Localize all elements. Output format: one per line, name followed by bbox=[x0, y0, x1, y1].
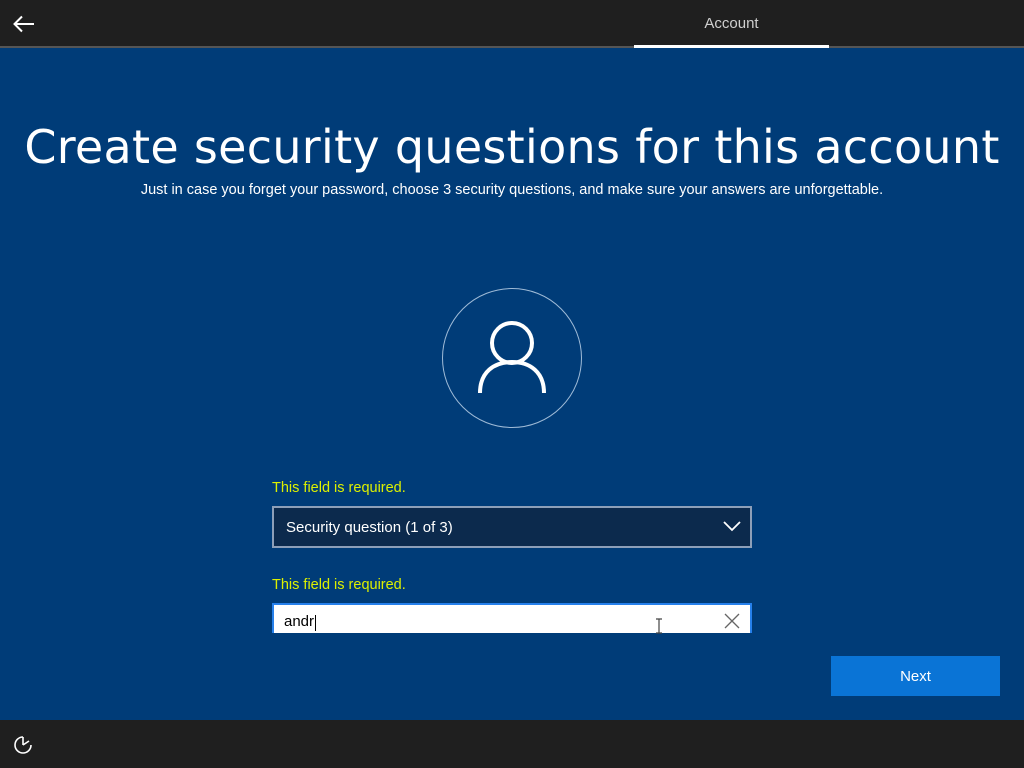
page-title: Create security questions for this accou… bbox=[24, 120, 1000, 174]
top-bar: Account bbox=[0, 0, 1024, 48]
back-button[interactable] bbox=[8, 8, 40, 40]
answer-text-wrap: andr bbox=[284, 613, 317, 631]
tab-account[interactable]: Account bbox=[634, 0, 829, 46]
close-icon[interactable] bbox=[724, 613, 740, 629]
security-question-value: Security question (1 of 3) bbox=[286, 518, 453, 536]
ease-of-access-icon[interactable] bbox=[12, 734, 34, 756]
bottom-bar bbox=[0, 720, 1024, 768]
user-icon bbox=[478, 321, 546, 394]
answer-error-message: This field is required. bbox=[272, 577, 406, 593]
text-caret bbox=[315, 614, 317, 631]
security-question-select[interactable]: Security question (1 of 3) bbox=[272, 506, 752, 548]
ibeam-cursor-icon bbox=[656, 618, 662, 634]
security-answer-input[interactable]: andr bbox=[272, 603, 752, 633]
question-error-message: This field is required. bbox=[272, 480, 406, 496]
tab-account-underline bbox=[634, 45, 829, 48]
avatar bbox=[442, 288, 582, 428]
back-arrow-icon bbox=[13, 15, 34, 33]
chevron-down-icon bbox=[723, 521, 741, 532]
security-answer-value: andr bbox=[284, 613, 315, 631]
page-subtitle: Just in case you forget your password, c… bbox=[140, 182, 884, 198]
next-button[interactable]: Next bbox=[831, 656, 1000, 696]
